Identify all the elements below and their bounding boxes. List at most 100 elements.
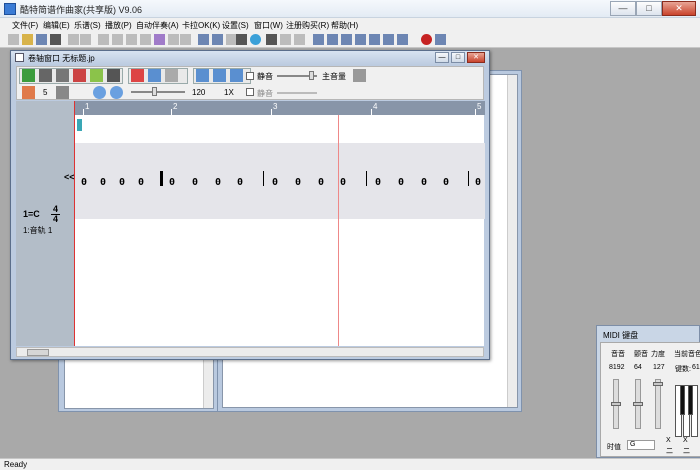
x-button-2[interactable]: X (683, 437, 688, 444)
note[interactable]: 0 (375, 177, 381, 188)
save-all-icon[interactable] (50, 34, 61, 45)
measure-ruler[interactable]: 1 2 3 4 5 (75, 101, 485, 115)
mute-checkbox-1[interactable] (246, 72, 254, 80)
score-close-button[interactable]: ✕ (467, 52, 485, 63)
scissors-icon[interactable] (112, 34, 123, 45)
horizontal-scrollbar[interactable] (16, 347, 484, 357)
pen-icon[interactable] (266, 34, 277, 45)
image-icon[interactable] (148, 69, 161, 82)
note[interactable]: 0 (192, 177, 198, 188)
note[interactable]: 0 (421, 177, 427, 188)
score-canvas[interactable]: 1 2 3 4 5 0 0 0 0 0 0 0 0 0 0 0 0 0 0 0 … (74, 101, 485, 346)
paste-icon[interactable] (140, 34, 151, 45)
speed-label[interactable]: 1X (224, 88, 234, 97)
piano-key-black[interactable] (688, 385, 693, 415)
pitch-slider-thumb[interactable] (611, 402, 621, 406)
menu-settings[interactable]: 设置(S) (222, 20, 249, 31)
cut-icon[interactable] (98, 34, 109, 45)
zoom-out-icon[interactable] (93, 86, 106, 99)
minimize-button[interactable]: — (610, 1, 636, 16)
note[interactable]: 0 (81, 177, 87, 188)
open-folder-icon[interactable] (22, 34, 33, 45)
undo-icon[interactable] (68, 34, 79, 45)
collapse-button[interactable]: << (64, 172, 75, 182)
play-icon[interactable] (355, 34, 366, 45)
delete-icon[interactable] (168, 34, 179, 45)
dots-down-icon[interactable] (230, 69, 243, 82)
brush-icon[interactable] (90, 69, 103, 82)
line-spacing-icon[interactable] (22, 86, 35, 99)
waveform-icon[interactable] (165, 69, 178, 82)
go-start-icon[interactable] (327, 34, 338, 45)
dots-mid-icon[interactable] (213, 69, 226, 82)
rewind-icon[interactable] (341, 34, 352, 45)
note[interactable]: 0 (138, 177, 144, 188)
dots-up-icon[interactable] (196, 69, 209, 82)
document-icon[interactable] (280, 34, 291, 45)
note[interactable]: 0 (318, 177, 324, 188)
panel-icon[interactable] (107, 69, 120, 82)
tempo-slider-thumb[interactable] (152, 87, 157, 96)
save-icon[interactable] (36, 34, 47, 45)
note[interactable]: 0 (398, 177, 404, 188)
record-icon[interactable] (421, 34, 432, 45)
playhead-line[interactable] (338, 115, 339, 346)
note[interactable]: 0 (340, 177, 346, 188)
velocity-slider-thumb[interactable] (653, 382, 663, 386)
menu-play[interactable]: 播放(P) (105, 20, 132, 31)
volume-icon[interactable] (353, 69, 366, 82)
scrollbar-thumb[interactable] (27, 349, 49, 356)
tone-slider[interactable] (633, 379, 643, 429)
tempo-value[interactable]: 120 (192, 88, 205, 97)
score-minimize-button[interactable]: — (435, 52, 449, 63)
note[interactable]: 0 (169, 177, 175, 188)
volume-slider-thumb[interactable] (309, 71, 314, 80)
pitch-slider[interactable] (611, 379, 621, 429)
note[interactable]: 0 (443, 177, 449, 188)
format-icon[interactable] (180, 34, 191, 45)
velocity-value[interactable]: 127 (653, 364, 665, 371)
number-field[interactable]: 5 (43, 88, 47, 97)
tone-value[interactable]: 64 (634, 364, 642, 371)
note[interactable]: 0 (237, 177, 243, 188)
metronome-icon[interactable] (435, 34, 446, 45)
lyric-icon[interactable] (73, 69, 86, 82)
vertical-scrollbar[interactable] (507, 75, 517, 407)
menu-accompaniment[interactable]: 自动伴奏(A) (136, 20, 179, 31)
ruler-icon[interactable] (56, 86, 69, 99)
key-count-value[interactable]: 61 (692, 364, 700, 371)
wand-icon[interactable] (294, 34, 305, 45)
note[interactable]: 0 (475, 177, 481, 188)
note[interactable]: 0 (272, 177, 278, 188)
tone-slider-thumb[interactable] (633, 402, 643, 406)
close-button[interactable]: ✕ (662, 1, 696, 16)
new-file-icon[interactable] (8, 34, 19, 45)
menu-karaoke[interactable]: 卡拉OK(K) (182, 20, 220, 31)
maximize-button[interactable]: □ (636, 1, 662, 16)
zoom-in-icon[interactable] (110, 86, 123, 99)
menu-register[interactable]: 注册购买(R) (286, 20, 329, 31)
transpose-icon[interactable] (131, 69, 144, 82)
piano-key-black[interactable] (680, 385, 685, 415)
mute-checkbox-2[interactable] (246, 88, 254, 96)
menu-score[interactable]: 乐谱(S) (74, 20, 101, 31)
list-icon[interactable] (212, 34, 223, 45)
menu-window[interactable]: 窗口(W) (254, 20, 283, 31)
select-cursor-icon[interactable] (22, 69, 35, 82)
velocity-slider[interactable] (653, 379, 663, 429)
duration-field[interactable]: G (627, 440, 655, 450)
x-button-1[interactable]: X (666, 437, 671, 444)
pause-icon[interactable] (369, 34, 380, 45)
go-end-icon[interactable] (397, 34, 408, 45)
note[interactable]: 0 (215, 177, 221, 188)
eraser-icon[interactable] (56, 69, 69, 82)
redo-icon[interactable] (80, 34, 91, 45)
note[interactable]: 0 (295, 177, 301, 188)
menu-edit[interactable]: 编辑(E) (43, 20, 70, 31)
pitch-value[interactable]: 8192 (609, 364, 625, 371)
pencil-icon[interactable] (39, 69, 52, 82)
note[interactable]: 0 (119, 177, 125, 188)
note[interactable]: 0 (100, 177, 106, 188)
menu-help[interactable]: 帮助(H) (331, 20, 358, 31)
insert-icon[interactable] (154, 34, 165, 45)
